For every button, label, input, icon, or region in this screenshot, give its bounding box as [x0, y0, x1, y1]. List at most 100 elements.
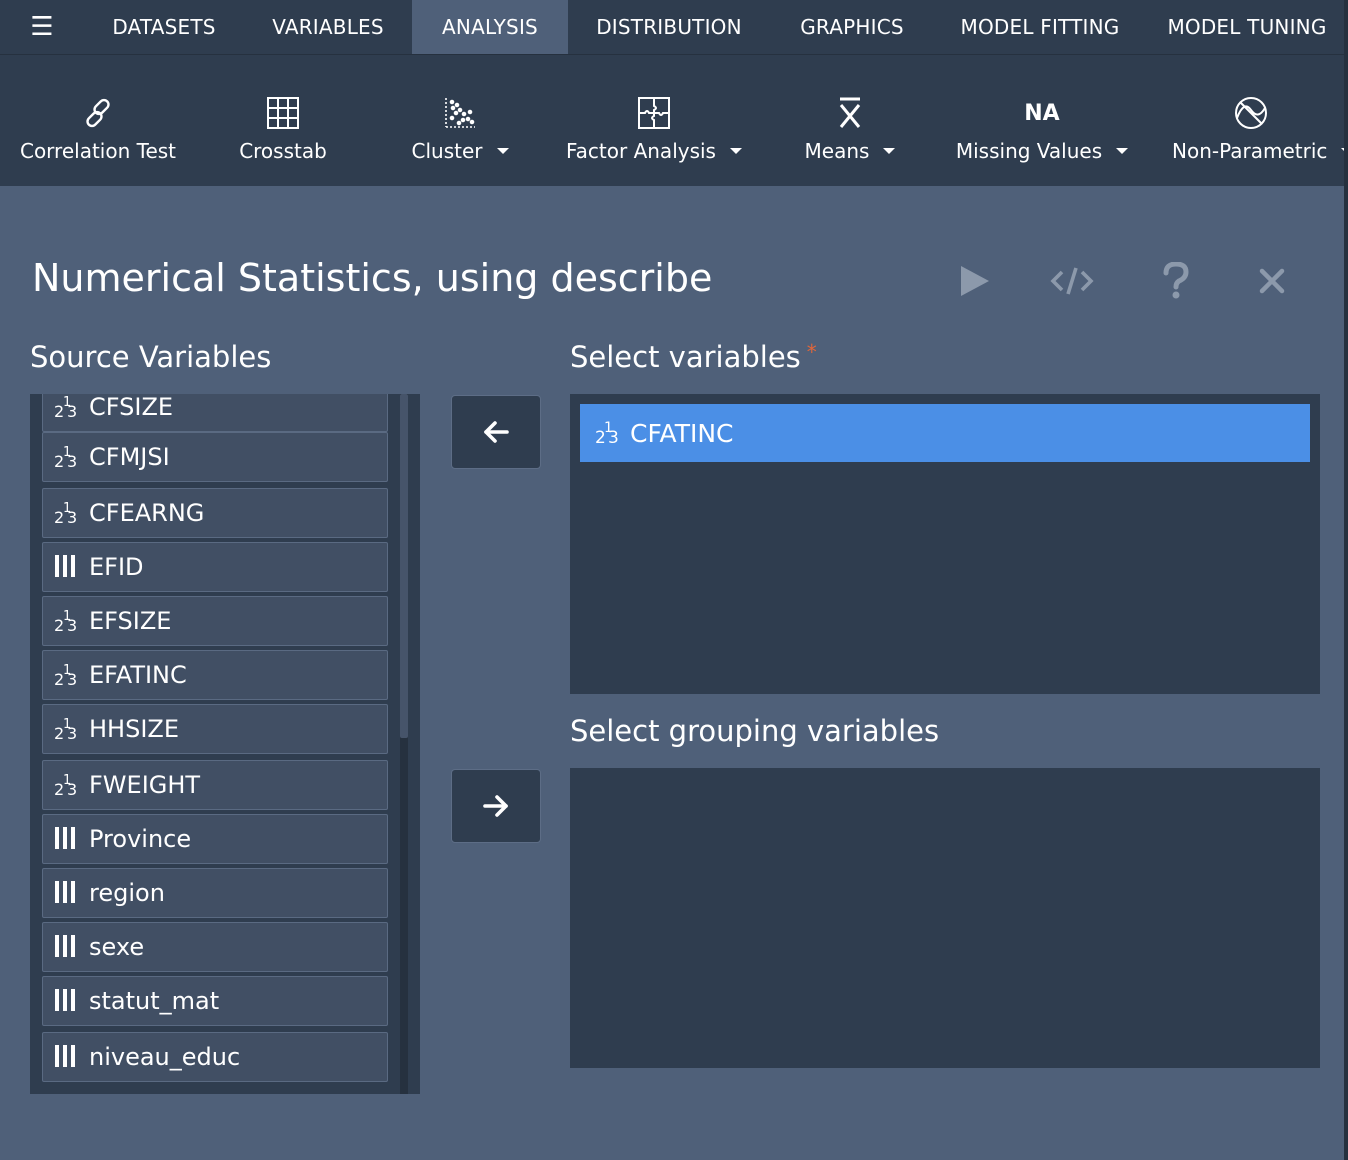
svg-text:3: 3 [67, 508, 77, 527]
selected-variable-item[interactable]: 2 1 3 CFATINC [580, 404, 1310, 462]
crosstab-button[interactable]: Crosstab [228, 55, 338, 187]
svg-text:3: 3 [67, 724, 77, 743]
tab-model-tuning[interactable]: MODEL TUNING [1146, 0, 1348, 54]
run-button[interactable] [952, 258, 996, 304]
source-variable-name: EFATINC [89, 661, 187, 689]
window-edge [1344, 0, 1348, 1160]
chevron-down-icon [729, 148, 742, 154]
factor-analysis-label: Factor Analysis [566, 139, 716, 163]
source-variable-item[interactable]: statut_mat [42, 976, 388, 1026]
hamburger-menu-icon[interactable]: ☰ [0, 0, 84, 54]
source-variable-item[interactable]: niveau_educ [42, 1032, 388, 1082]
source-variable-item[interactable]: region [42, 868, 388, 918]
source-variable-item[interactable]: 2 1 3 EFSIZE [42, 596, 388, 646]
source-variable-name: EFSIZE [89, 607, 172, 635]
x-bar-icon [836, 93, 864, 133]
missing-values-dropdown[interactable]: NA Missing Values [952, 55, 1132, 187]
chevron-down-icon [1116, 148, 1129, 154]
dialog-title: Numerical Statistics, using describe [32, 256, 713, 300]
tab-variables[interactable]: VARIABLES [244, 0, 412, 54]
code-button[interactable] [1050, 258, 1094, 304]
numeric-variable-icon: 213 [53, 394, 89, 421]
correlation-test-label: Correlation Test [19, 139, 177, 163]
source-variable-item[interactable]: 2 1 3 HHSIZE [42, 704, 388, 754]
close-icon [1259, 268, 1285, 294]
missing-values-label: Missing Values [955, 139, 1103, 163]
numeric-variable-icon: 213 [53, 499, 89, 527]
numeric-variable-icon: 213 [53, 443, 89, 471]
arrow-left-icon [484, 421, 509, 443]
source-variables-list[interactable]: 2 1 3 CFSIZE 2 1 3 CFMJSI 2 1 3 CFEARNG EFID 2 1 3 EFSIZ… [30, 394, 420, 1094]
help-button[interactable] [1154, 258, 1198, 304]
arrow-right-icon [483, 795, 508, 817]
grouping-variables-label: Select grouping variables [570, 714, 940, 748]
scrollbar-thumb[interactable] [400, 394, 408, 738]
source-variable-item[interactable]: EFID [42, 542, 388, 592]
numeric-variable-icon: 213 [53, 661, 89, 689]
code-icon [1050, 267, 1094, 295]
remove-variable-button[interactable] [451, 395, 541, 469]
tab-model-fitting[interactable]: MODEL FITTING [934, 0, 1146, 54]
select-variables-heading: Select variables * [570, 340, 817, 374]
source-variable-item[interactable]: sexe [42, 922, 388, 972]
source-variable-item[interactable]: 2 1 3 CFEARNG [42, 488, 388, 538]
source-variable-name: EFID [89, 553, 144, 581]
svg-text:3: 3 [67, 780, 77, 799]
help-icon [1163, 262, 1189, 299]
source-variables-label: Source Variables [30, 340, 272, 374]
svg-text:3: 3 [67, 670, 77, 689]
svg-text:3: 3 [67, 452, 77, 471]
source-variable-name: FWEIGHT [89, 771, 201, 799]
tab-analysis[interactable]: ANALYSIS [412, 0, 568, 54]
source-variable-item[interactable]: 2 1 3 CFMJSI [42, 432, 388, 482]
cluster-dropdown[interactable]: Cluster [400, 55, 520, 187]
correlation-test-button[interactable]: Correlation Test [18, 55, 178, 187]
svg-text:3: 3 [67, 402, 77, 421]
source-variable-name: Province [89, 825, 192, 853]
selected-variables-list[interactable]: 2 1 3 CFATINC [570, 394, 1320, 694]
na-icon: NA [1024, 100, 1060, 126]
source-variable-name: statut_mat [89, 987, 220, 1015]
puzzle-icon [637, 93, 671, 133]
factor-variable-icon [53, 987, 89, 1015]
factor-variable-icon [53, 879, 89, 907]
top-nav-bar: ☰ DATASETS VARIABLES ANALYSIS DISTRIBUTI… [0, 0, 1348, 54]
numeric-variable-icon: 213 [53, 771, 89, 799]
source-variable-name: CFEARNG [89, 499, 205, 527]
factor-variable-icon [53, 933, 89, 961]
chevron-down-icon [883, 148, 896, 154]
selected-variable-name: CFATINC [630, 418, 734, 448]
chevron-down-icon [496, 148, 509, 154]
source-variable-name: CFMJSI [89, 443, 170, 471]
numeric-variable-icon: 2 1 3 [594, 419, 630, 447]
tab-distribution[interactable]: DISTRIBUTION [568, 0, 770, 54]
non-parametric-label: Non-Parametric [1172, 139, 1328, 163]
grouping-variables-list[interactable] [570, 768, 1320, 1068]
cluster-label: Cluster [411, 139, 483, 163]
source-variable-name: CFSIZE [89, 394, 174, 421]
means-dropdown[interactable]: Means [796, 55, 904, 187]
svg-text:3: 3 [608, 428, 619, 447]
add-grouping-variable-button[interactable] [451, 769, 541, 843]
source-variable-name: region [89, 879, 165, 907]
required-marker: * [806, 340, 817, 364]
scatter-cluster-icon [443, 93, 477, 133]
source-variable-item[interactable]: 2 1 3 EFATINC [42, 650, 388, 700]
source-variable-name: niveau_educ [89, 1043, 241, 1071]
source-variable-item[interactable]: 2 1 3 CFSIZE [42, 394, 388, 432]
link-icon [81, 93, 115, 133]
source-variable-item[interactable]: 2 1 3 FWEIGHT [42, 760, 388, 810]
close-button[interactable] [1250, 258, 1294, 304]
source-variable-item[interactable]: Province [42, 814, 388, 864]
factor-variable-icon [53, 553, 89, 581]
analysis-ribbon: Correlation Test Crosstab Cluster Factor… [0, 54, 1348, 186]
non-parametric-icon [1166, 93, 1336, 133]
tab-datasets[interactable]: DATASETS [84, 0, 244, 54]
tab-graphics[interactable]: GRAPHICS [770, 0, 934, 54]
means-label: Means [804, 139, 870, 163]
factor-analysis-dropdown[interactable]: Factor Analysis [562, 55, 746, 187]
source-variable-name: HHSIZE [89, 715, 180, 743]
svg-text:3: 3 [67, 616, 77, 635]
non-parametric-dropdown[interactable]: Non-Parametric [1166, 55, 1348, 187]
run-icon [961, 266, 989, 296]
